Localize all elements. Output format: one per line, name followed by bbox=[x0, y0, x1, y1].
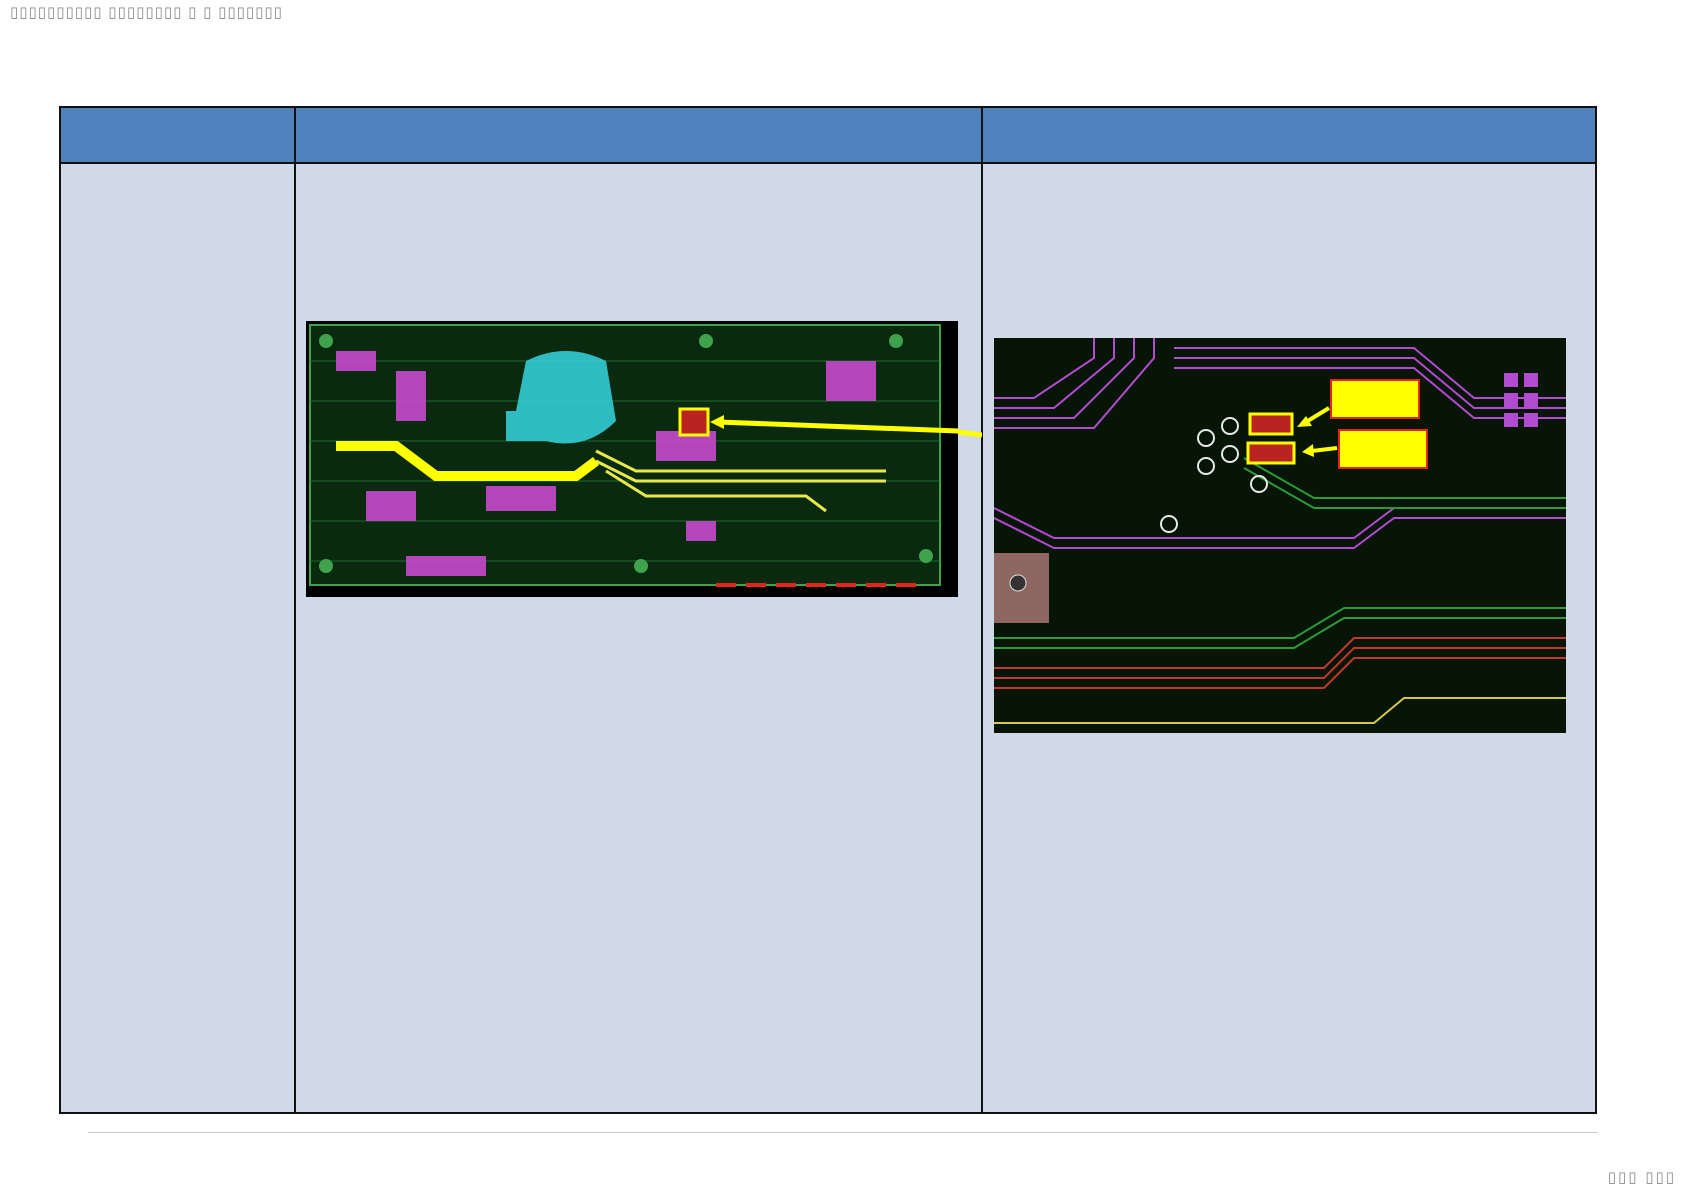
cell-detail-text bbox=[983, 164, 1595, 180]
footer-divider bbox=[88, 1132, 1598, 1133]
page-number: ▯▯▯ ▯▯▯ bbox=[1607, 1168, 1676, 1186]
callout-label-2 bbox=[1338, 429, 1428, 469]
table-cell-item bbox=[61, 164, 294, 1112]
table-cell-overview bbox=[296, 164, 981, 1112]
table-header-row bbox=[61, 108, 1595, 164]
zoom-highlight-component-1 bbox=[1248, 412, 1294, 436]
overview-highlight-box bbox=[678, 407, 710, 437]
cell-item-text bbox=[61, 164, 294, 180]
column-header-2 bbox=[77, 103, 93, 135]
cell-overview-text bbox=[296, 164, 981, 180]
column-header-1 bbox=[61, 103, 77, 135]
column-header-3 bbox=[93, 103, 109, 135]
pcb-layout-overview-image bbox=[306, 321, 958, 597]
callout-label-1 bbox=[1330, 379, 1420, 419]
zoom-highlight-component-2 bbox=[1246, 441, 1296, 465]
pcb-layout-zoom-image bbox=[994, 338, 1566, 733]
document-header-text: ▯▯▯▯▯▯▯▯▯▯ ▯▯▯▯▯▯▯▯ ▯ ▯ ▯▯▯▯▯▯▯ bbox=[10, 3, 283, 21]
